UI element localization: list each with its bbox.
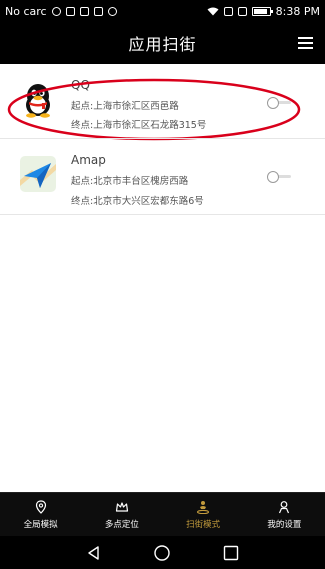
message-icon (65, 6, 75, 16)
list-item-amap[interactable]: Amap 起点:北京市丰台区槐房西路 终点:北京市大兴区宏都东路6号 (0, 140, 325, 213)
tab-label: 我的设置 (267, 519, 302, 530)
recent-apps-icon[interactable] (222, 544, 240, 562)
divider (0, 214, 325, 215)
notification-icon (51, 6, 61, 16)
sim-icon (237, 6, 247, 16)
wifi-icon (207, 7, 219, 15)
menu-icon[interactable] (298, 37, 313, 49)
highlight-ellipse (7, 78, 301, 141)
tab-my-settings[interactable]: 我的设置 (244, 493, 325, 536)
tab-global-simulation[interactable]: 全局模拟 (0, 493, 81, 536)
end-address: 终点:北京市大兴区宏都东路6号 (71, 196, 204, 207)
crown-status-icon (107, 6, 117, 16)
tab-label: 全局模拟 (23, 519, 58, 530)
tab-multi-point[interactable]: 多点定位 (81, 493, 162, 536)
amap-enable-toggle[interactable] (267, 171, 291, 183)
app-list: QQ 起点:上海市徐汇区西邑路 终点:上海市徐汇区石龙路315号 Amap 起点… (0, 64, 325, 492)
system-nav-bar (0, 536, 325, 569)
app-icon (93, 6, 103, 16)
battery-icon (251, 6, 273, 16)
app-header: 应用扫街 (0, 22, 325, 64)
status-bar: No carc 8:38 PM (0, 0, 325, 22)
street-walk-icon (197, 500, 210, 514)
home-icon[interactable] (153, 544, 171, 562)
tab-label: 多点定位 (104, 519, 139, 530)
back-icon[interactable] (85, 544, 103, 562)
tab-label: 扫街模式 (186, 519, 221, 530)
divider (0, 138, 325, 139)
carrier-label: No carc (5, 4, 47, 18)
gallery-icon (79, 6, 89, 16)
location-pin-icon (35, 499, 46, 514)
bottom-tab-bar: 全局模拟 多点定位 扫街模式 我的设置 (0, 492, 325, 536)
crown-icon (115, 501, 128, 512)
start-address: 起点:北京市丰台区槐房西路 (71, 176, 189, 187)
vibrate-icon (223, 6, 233, 16)
page-title: 应用扫街 (128, 35, 197, 54)
person-icon (279, 500, 290, 513)
amap-icon (20, 156, 56, 192)
app-name: Amap (71, 153, 106, 167)
tab-street-mode[interactable]: 扫街模式 (163, 493, 244, 536)
clock: 8:38 PM (275, 4, 320, 18)
